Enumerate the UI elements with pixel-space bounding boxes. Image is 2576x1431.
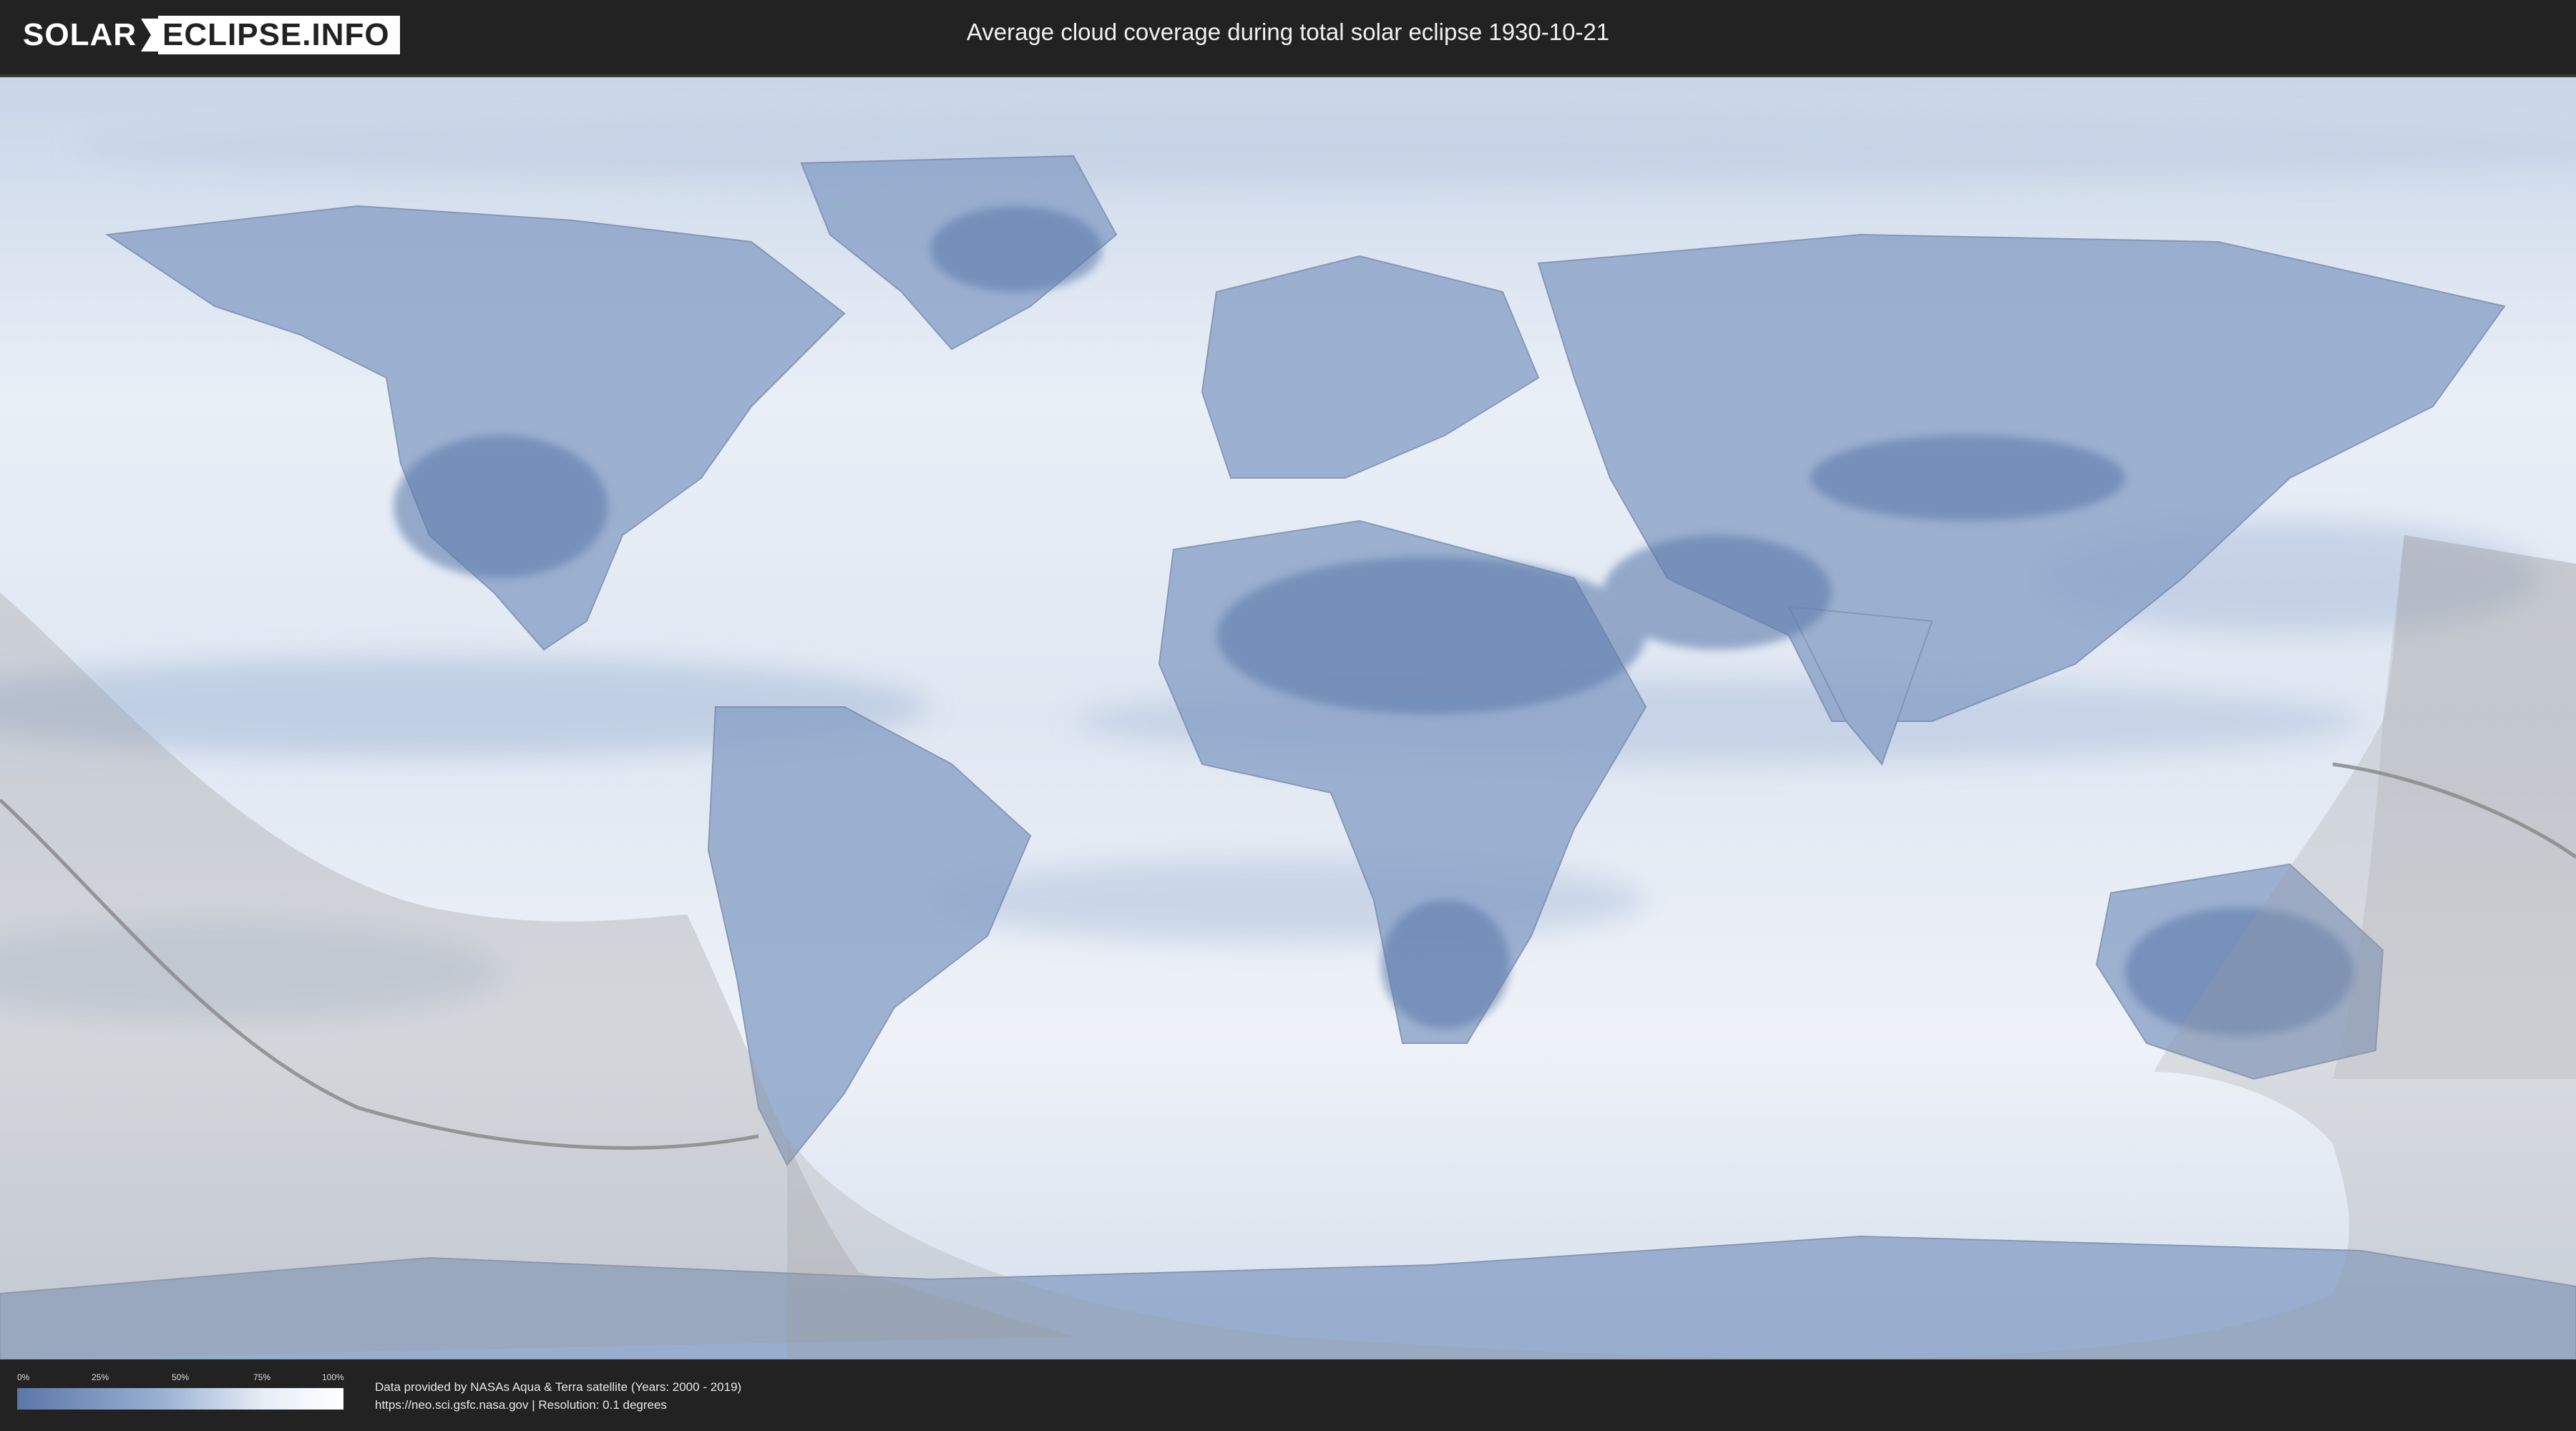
credits-line-1: Data provided by NASAs Aqua & Terra sate… [375,1380,742,1394]
top-bar: SOLAR ECLIPSE.INFO Average cloud coverag… [0,0,2576,72]
legend-tick-75: 75% [253,1372,271,1382]
cloud-coverage-map[interactable] [0,74,2576,1362]
page-title: Average cloud coverage during total sola… [966,19,1610,45]
legend-tick-50: 50% [172,1372,190,1382]
credits-line-2: https://neo.sci.gsfc.nasa.gov | Resoluti… [375,1398,667,1412]
legend-ticks: 0% 25% 50% 75% 100% [17,1372,344,1387]
legend-tick-0: 0% [17,1372,30,1382]
world-map-svg [0,77,2576,1359]
data-credits: Data provided by NASAs Aqua & Terra sate… [375,1378,741,1414]
legend-tick-25: 25% [92,1372,109,1382]
legend-tick-100: 100% [322,1372,344,1382]
cloud-coverage-legend: 0% 25% 50% 75% 100% [17,1372,344,1410]
legend-color-bar [17,1388,343,1410]
